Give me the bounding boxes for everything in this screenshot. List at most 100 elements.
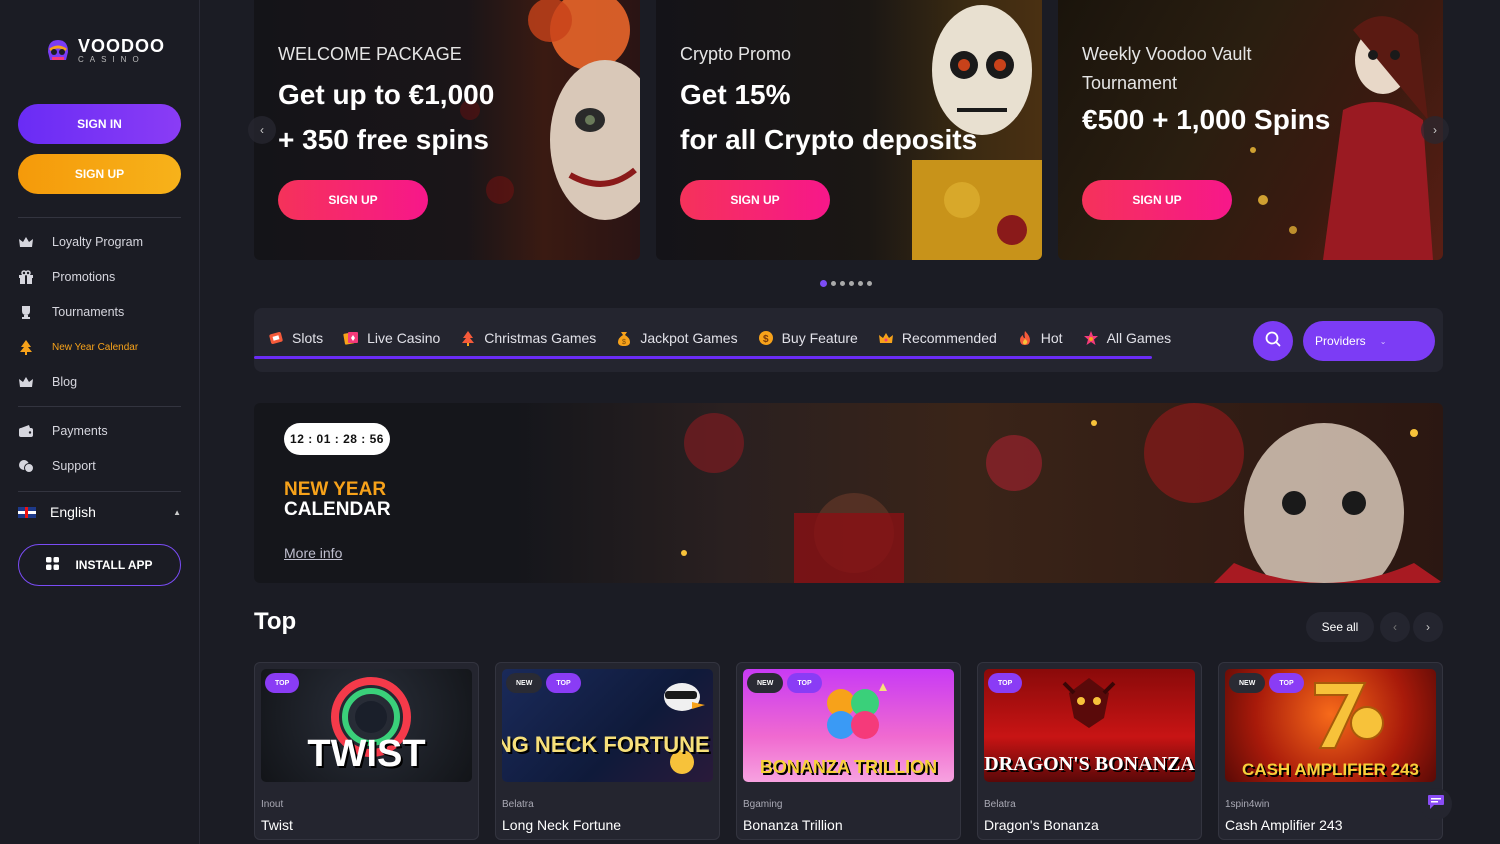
promo-sign-up-button[interactable]: SIGN UP	[680, 180, 830, 220]
logo-tagline: CASINO	[78, 54, 145, 64]
language-selector[interactable]: English ▲	[18, 500, 181, 524]
game-provider: Bgaming	[743, 799, 783, 810]
sign-in-button[interactable]: SIGN IN	[18, 104, 181, 144]
see-all-button[interactable]: See all	[1306, 612, 1374, 642]
promo-card-tournament[interactable]: Weekly Voodoo Vault Tournament €500 + 1,…	[1058, 0, 1443, 260]
tab-label: Buy Feature	[781, 330, 858, 346]
tab-scroll-indicator	[254, 356, 1152, 359]
new-badge: NEW	[747, 673, 784, 693]
game-card-twist[interactable]: TWIST TOP Inout Twist	[254, 662, 479, 840]
voodoo-logo[interactable]: VOODOO CASINO	[44, 36, 165, 64]
badges: TOP	[265, 673, 300, 693]
tab-christmas-games[interactable]: Christmas Games	[460, 328, 596, 348]
tab-jackpot-games[interactable]: $ Jackpot Games	[616, 328, 738, 348]
carousel-next-button[interactable]: ›	[1413, 612, 1443, 642]
slider-prev-button[interactable]: ‹	[248, 116, 276, 144]
slider-dot[interactable]	[858, 281, 863, 286]
tab-label: Christmas Games	[484, 330, 597, 346]
lucky-seven-icon	[1314, 682, 1384, 749]
sidebar-item-label: Payments	[52, 424, 108, 438]
promo-subtitle: WELCOME PACKAGE	[278, 44, 462, 64]
promo-card-crypto[interactable]: Crypto Promo Get 15% for all Crypto depo…	[656, 0, 1042, 260]
promo-headline-line-2: for all Crypto deposits	[680, 124, 978, 155]
tab-label: Recommended	[901, 330, 997, 346]
game-art-text: TWIST	[307, 733, 426, 775]
live-chat-button[interactable]	[1420, 788, 1452, 820]
sidebar-item-payments[interactable]: Payments	[18, 418, 181, 444]
badges: NEW TOP	[506, 673, 581, 693]
new-year-calendar-banner[interactable]: 12 : 01 : 28 : 56 NEW YEAR CALENDAR More…	[254, 403, 1443, 583]
top-badge: TOP	[787, 673, 822, 693]
coin-icon: $	[758, 330, 774, 346]
promo-subtitle: Weekly Voodoo Vault Tournament	[1082, 40, 1251, 98]
blog-icon	[18, 375, 34, 389]
sidebar-item-support[interactable]: Support	[18, 453, 181, 479]
sidebar-item-tournaments[interactable]: Tournaments	[18, 299, 181, 325]
sidebar-item-label: Tournaments	[52, 305, 125, 319]
promo-card-welcome[interactable]: WELCOME PACKAGE Get up to €1,000 + 350 f…	[254, 0, 640, 260]
fire-icon	[1017, 330, 1033, 346]
game-card-long-neck-fortune[interactable]: LONG NECK FORTUNE NEW TOP Belatra Long N…	[495, 662, 720, 840]
sign-up-button[interactable]: SIGN UP	[18, 154, 181, 194]
top-badge: TOP	[988, 673, 1023, 693]
promo-headline-line-1: Get 15%	[680, 79, 791, 110]
slots-icon	[268, 330, 284, 346]
calendar-title-line-2: CALENDAR	[284, 499, 391, 520]
chevron-right-icon: ›	[1433, 123, 1437, 137]
sidebar-item-new-year-calendar[interactable]: New Year Calendar	[18, 334, 181, 360]
tab-slots[interactable]: Slots	[268, 328, 323, 348]
new-badge: NEW	[1229, 673, 1266, 693]
promo-headline: Get 15% for all Crypto deposits	[680, 72, 1040, 162]
skull-logo-icon	[44, 36, 72, 64]
carousel-prev-button[interactable]: ‹	[1380, 612, 1410, 642]
promo-sign-up-button[interactable]: SIGN UP	[278, 180, 428, 220]
slider-next-button[interactable]: ›	[1421, 116, 1449, 144]
tab-hot[interactable]: Hot	[1017, 328, 1063, 348]
promo-headline-line-1: Get up to €1,000	[278, 79, 495, 110]
slider-dot[interactable]	[831, 281, 836, 286]
top-badge: TOP	[265, 673, 300, 693]
game-provider: Inout	[261, 799, 284, 810]
christmas-tree-icon	[460, 330, 476, 346]
tab-buy-feature[interactable]: $ Buy Feature	[758, 328, 858, 348]
game-title: Dragon's Bonanza	[984, 817, 1099, 833]
game-art-text: DRAGON'S BONANZA	[984, 753, 1195, 775]
more-info-link[interactable]: More info	[284, 545, 342, 561]
tab-label: Hot	[1040, 330, 1063, 346]
tab-all-games[interactable]: All Games	[1083, 328, 1171, 348]
providers-dropdown[interactable]: Providers ⌄	[1303, 321, 1435, 361]
game-card-cash-amplifier-243[interactable]: CASH AMPLIFIER 243 NEW TOP 1spin4win Cas…	[1218, 662, 1443, 840]
tree-icon	[18, 340, 34, 355]
tab-recommended[interactable]: Recommended	[878, 328, 997, 348]
game-title: Cash Amplifier 243	[1225, 817, 1343, 833]
slider-dot[interactable]	[867, 281, 872, 286]
game-provider: Belatra	[984, 799, 1016, 810]
sidebar-item-label: Support	[52, 459, 96, 473]
game-card-bonanza-trillion[interactable]: BONANZA TRILLION NEW TOP Bgaming Bonanza…	[736, 662, 961, 840]
calendar-title-line-1: NEW YEAR	[284, 479, 387, 500]
game-art-text: BONANZA TRILLION	[759, 757, 938, 777]
chevron-left-icon: ‹	[260, 123, 264, 137]
search-button[interactable]	[1253, 321, 1293, 361]
tab-live-casino[interactable]: Live Casino	[343, 328, 440, 348]
sidebar-item-loyalty-program[interactable]: Loyalty Program	[18, 229, 181, 255]
slider-dot[interactable]	[840, 281, 845, 286]
install-app-button[interactable]: INSTALL APP	[18, 544, 181, 586]
trophy-icon	[18, 305, 34, 319]
slider-dot[interactable]	[820, 280, 827, 287]
sidebar-item-blog[interactable]: Blog	[18, 369, 181, 395]
svg-text:$: $	[763, 334, 769, 345]
divider	[18, 217, 181, 218]
chat-icon	[1427, 794, 1445, 815]
install-app-label: INSTALL APP	[75, 558, 153, 572]
money-bag-icon: $	[616, 330, 632, 346]
promo-sign-up-button[interactable]: SIGN UP	[1082, 180, 1232, 220]
game-card-dragons-bonanza[interactable]: DRAGON'S BONANZA TOP Belatra Dragon's Bo…	[977, 662, 1202, 840]
slider-dot[interactable]	[849, 281, 854, 286]
crown-icon	[18, 235, 34, 249]
new-badge: NEW	[506, 673, 543, 693]
logo-title: VOODOO	[78, 35, 166, 56]
sidebar-item-promotions[interactable]: Promotions	[18, 264, 181, 290]
category-bar: Slots Live Casino Christmas Games $ Jack…	[254, 308, 1443, 372]
chevron-left-icon: ‹	[1393, 620, 1397, 634]
